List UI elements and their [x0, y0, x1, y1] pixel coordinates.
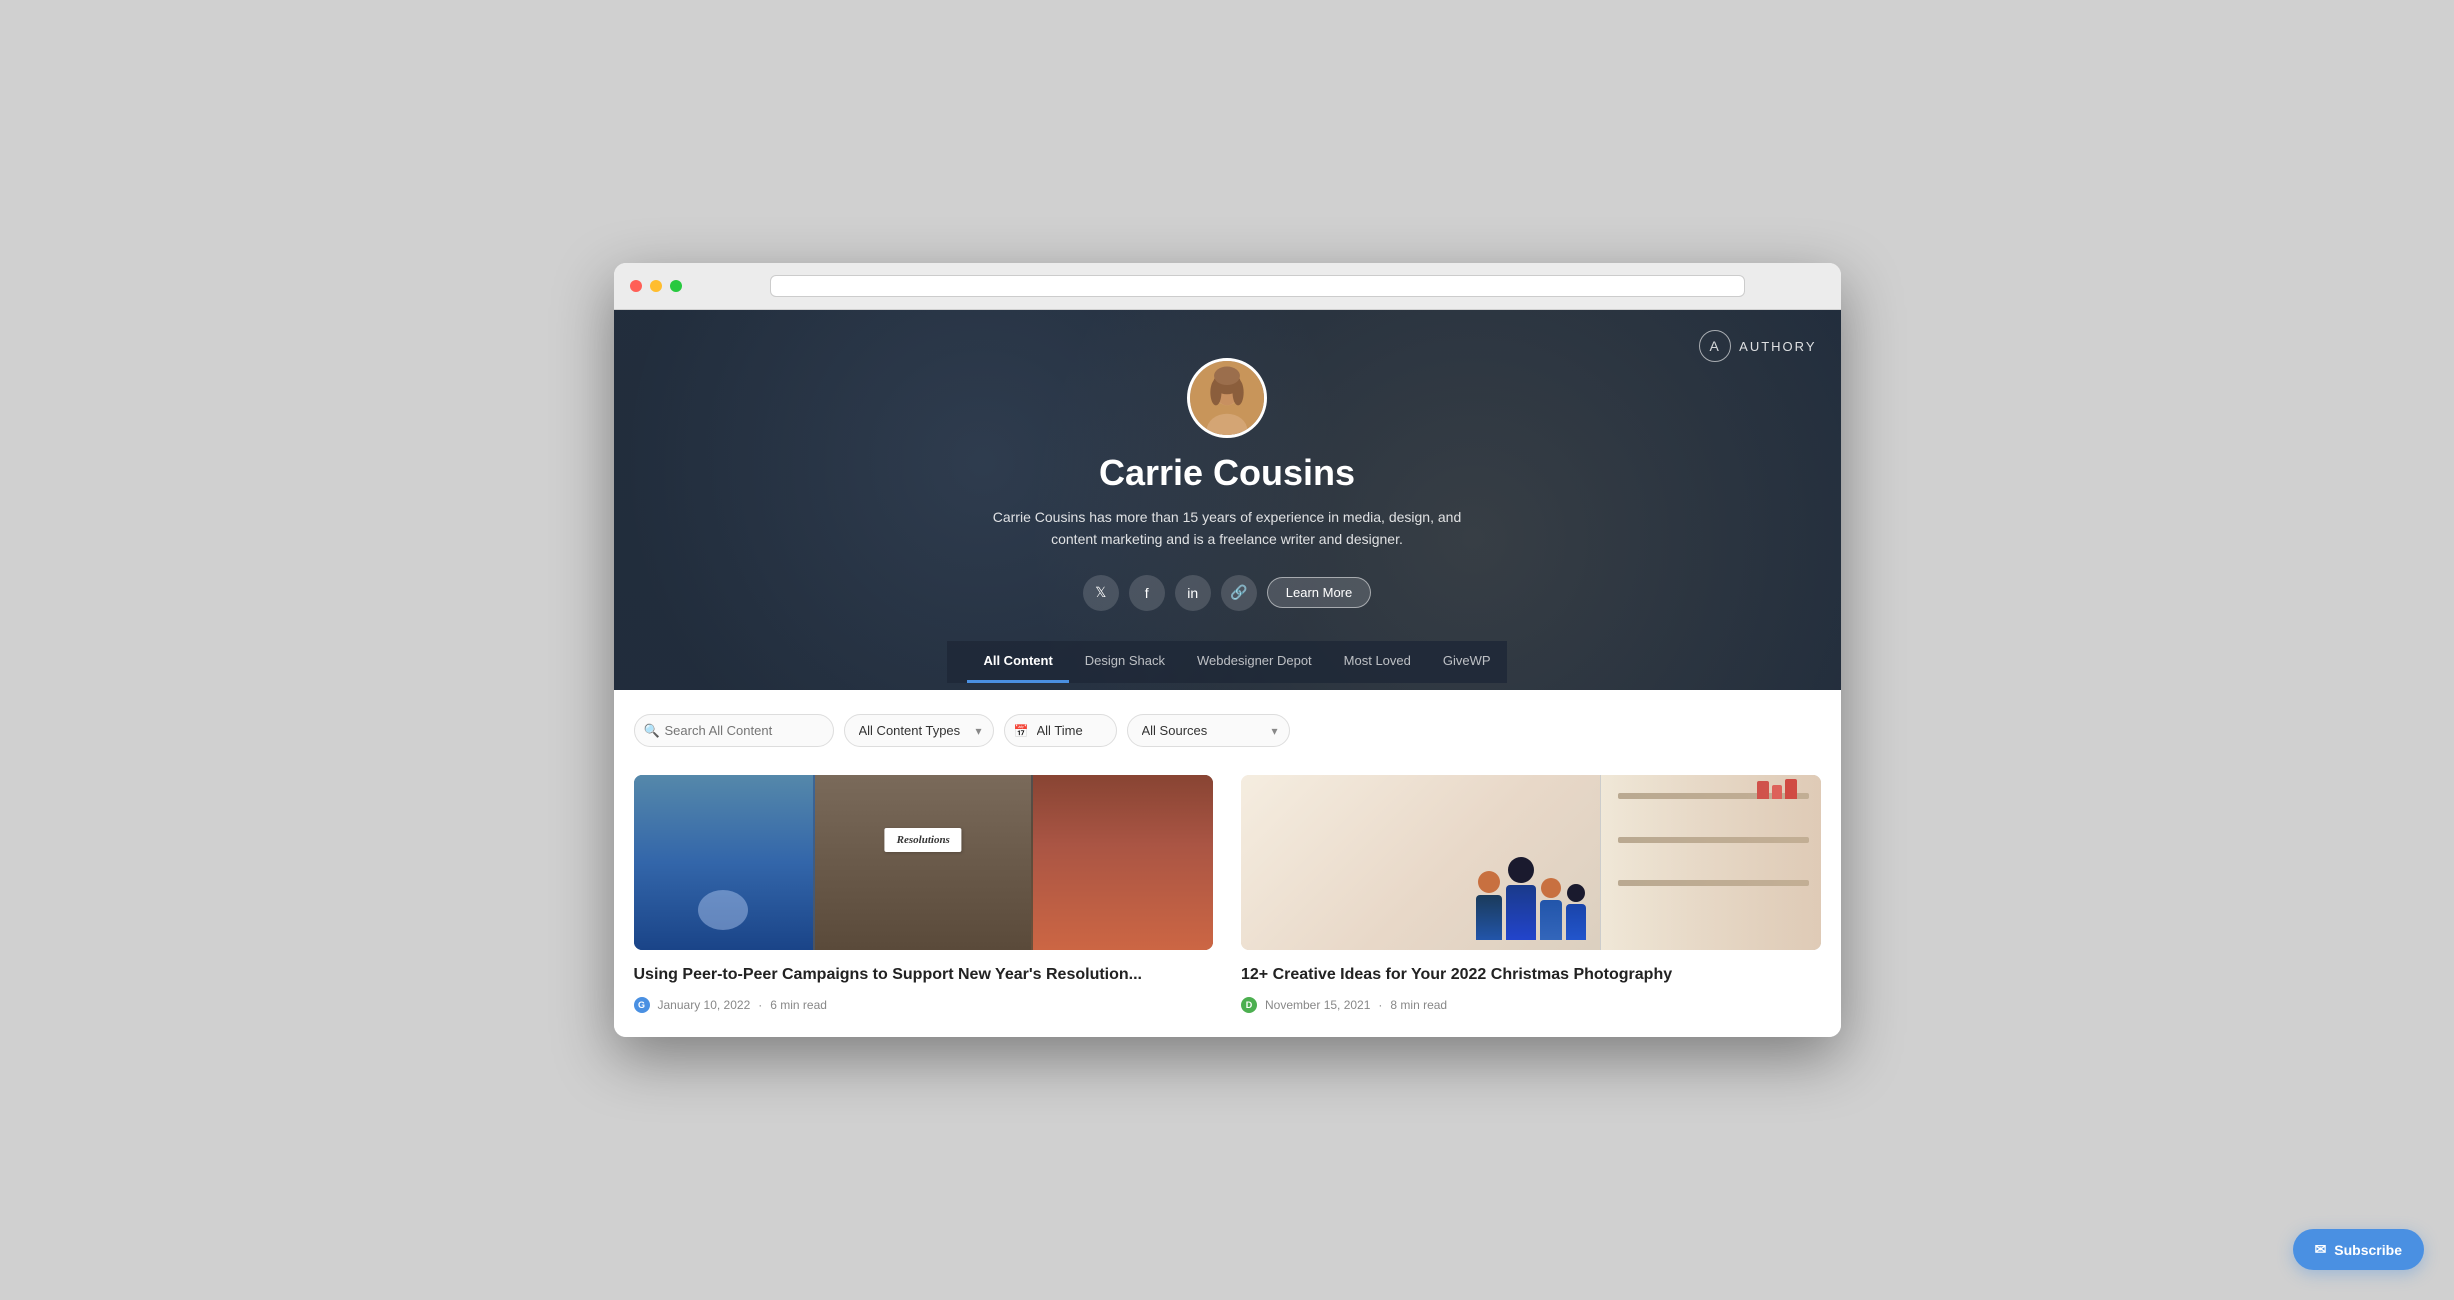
article-title: Using Peer-to-Peer Campaigns to Support … — [634, 964, 1214, 986]
facebook-icon: f — [1145, 585, 1149, 601]
learn-more-button[interactable]: Learn More — [1267, 577, 1371, 608]
articles-grid: Using Peer-to-Peer Campaigns to Support … — [634, 775, 1821, 1012]
separator: · — [1378, 998, 1382, 1012]
search-icon: 🔍 — [644, 723, 660, 739]
linkedin-button[interactable]: in — [1175, 575, 1211, 611]
filter-bar: 🔍 All Content Types Articles Videos Podc… — [634, 714, 1821, 747]
twitter-icon: 𝕏 — [1095, 584, 1106, 601]
envelope-icon: ✉ — [2315, 1241, 2327, 1258]
subscribe-button[interactable]: ✉ Subscribe — [2293, 1229, 2424, 1270]
tab-most-loved[interactable]: Most Loved — [1328, 641, 1427, 683]
content-types-filter: All Content Types Articles Videos Podcas… — [844, 714, 994, 747]
article-meta: D November 15, 2021 · 8 min read — [1241, 997, 1821, 1013]
article-date: January 10, 2022 — [658, 998, 751, 1012]
date-select[interactable]: All Time Last Week Last Month Last Year — [1004, 714, 1117, 747]
hero-section: A AUTHORY Carrie Cousins — [614, 310, 1841, 690]
logo-circle: A — [1699, 330, 1731, 362]
article-image-2 — [1241, 775, 1821, 950]
twitter-button[interactable]: 𝕏 — [1083, 575, 1119, 611]
url-bar[interactable] — [770, 275, 1745, 297]
authory-logo: A AUTHORY — [1699, 330, 1816, 362]
tab-all-content[interactable]: All Content — [967, 641, 1068, 683]
linkedin-icon: in — [1187, 585, 1198, 601]
logo-letter: A — [1710, 338, 1721, 354]
read-time: 8 min read — [1390, 998, 1447, 1012]
subscribe-label: Subscribe — [2334, 1242, 2402, 1258]
article-card[interactable]: 12+ Creative Ideas for Your 2022 Christm… — [1241, 775, 1821, 1012]
image-col-2 — [815, 775, 1031, 950]
content-area: 🔍 All Content Types Articles Videos Podc… — [614, 690, 1841, 1036]
search-input[interactable] — [634, 714, 834, 747]
article-meta: G January 10, 2022 · 6 min read — [634, 997, 1214, 1013]
avatar — [1187, 358, 1267, 438]
hero-content: Carrie Cousins Carrie Cousins has more t… — [987, 358, 1467, 641]
browser-chrome — [614, 263, 1841, 310]
image-col-3 — [1033, 775, 1213, 950]
tab-givewp[interactable]: GiveWP — [1427, 641, 1507, 683]
source-dot: G — [634, 997, 650, 1013]
minimize-window-button[interactable] — [650, 280, 662, 292]
logo-text: AUTHORY — [1739, 339, 1816, 354]
article-date: November 15, 2021 — [1265, 998, 1370, 1012]
author-bio: Carrie Cousins has more than 15 years of… — [987, 506, 1467, 551]
image-col-1 — [634, 775, 814, 950]
separator: · — [758, 998, 762, 1012]
content-types-select[interactable]: All Content Types Articles Videos Podcas… — [844, 714, 994, 747]
maximize-window-button[interactable] — [670, 280, 682, 292]
sources-select[interactable]: All Sources Design Shack Webdesigner Dep… — [1127, 714, 1290, 747]
date-filter: All Time Last Week Last Month Last Year — [1004, 714, 1117, 747]
source-dot: D — [1241, 997, 1257, 1013]
tabs-bar: All Content Design Shack Webdesigner Dep… — [947, 641, 1506, 683]
close-window-button[interactable] — [630, 280, 642, 292]
tab-webdesigner-depot[interactable]: Webdesigner Depot — [1181, 641, 1328, 683]
search-wrap: 🔍 — [634, 714, 834, 747]
author-name: Carrie Cousins — [1099, 452, 1355, 494]
family-figures — [1476, 857, 1586, 950]
sources-filter: All Sources Design Shack Webdesigner Dep… — [1127, 714, 1290, 747]
article-title: 12+ Creative Ideas for Your 2022 Christm… — [1241, 964, 1821, 986]
browser-window: A AUTHORY Carrie Cousins — [614, 263, 1841, 1036]
read-time: 6 min read — [770, 998, 827, 1012]
facebook-button[interactable]: f — [1129, 575, 1165, 611]
article-card[interactable]: Using Peer-to-Peer Campaigns to Support … — [634, 775, 1214, 1012]
tab-design-shack[interactable]: Design Shack — [1069, 641, 1181, 683]
link-button[interactable]: 🔗 — [1221, 575, 1257, 611]
social-bar: 𝕏 f in 🔗 Learn More — [1083, 575, 1371, 611]
article-image-1 — [634, 775, 1214, 950]
link-icon: 🔗 — [1230, 584, 1247, 601]
